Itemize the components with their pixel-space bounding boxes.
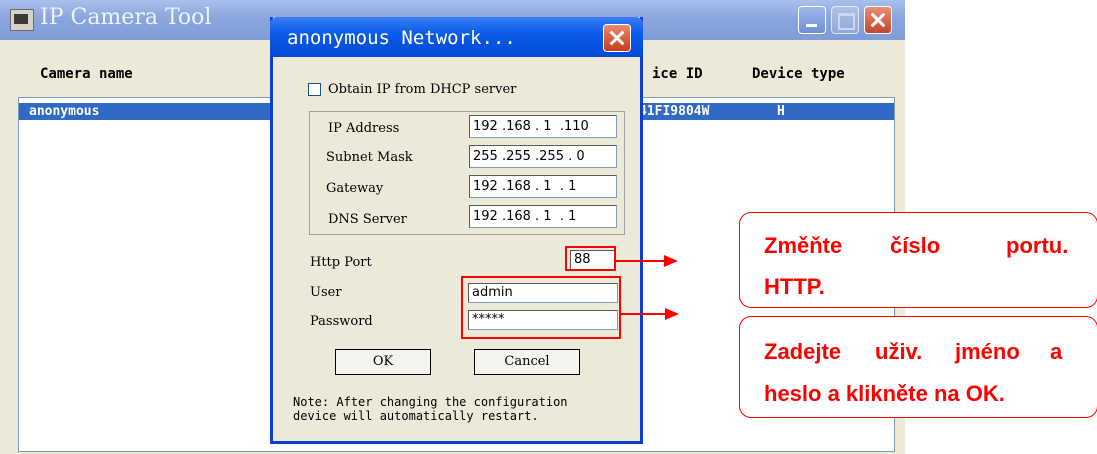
gateway-label: Gateway bbox=[326, 181, 384, 196]
main-close-button[interactable] bbox=[864, 6, 892, 34]
login-callout: Zadejte uživ. jméno a heslo a klikněte n… bbox=[739, 316, 1097, 418]
subnet-mask-field[interactable]: 255 .255 .255 . 0 bbox=[469, 145, 617, 168]
login-callout-word-2: uživ. bbox=[875, 339, 923, 364]
login-arrow-line bbox=[621, 313, 667, 315]
maximize-button[interactable] bbox=[831, 6, 859, 34]
row-device-type: H bbox=[777, 104, 785, 119]
dialog-close-button[interactable] bbox=[603, 24, 631, 52]
port-arrow-head bbox=[664, 255, 678, 267]
login-callout-line-2: heslo a klikněte na OK. bbox=[764, 381, 1005, 406]
dns-server-field[interactable]: 192 .168 . 1 . 1 bbox=[469, 205, 617, 228]
subnet-mask-label: Subnet Mask bbox=[326, 150, 413, 165]
http-port-label: Http Port bbox=[310, 255, 372, 270]
restart-note: Note: After changing the configuration d… bbox=[293, 395, 568, 423]
port-arrow-line bbox=[616, 260, 666, 262]
login-callout-word-4: a bbox=[1050, 339, 1063, 364]
port-callout-line-2: HTTP. bbox=[764, 274, 825, 299]
ip-address-label: IP Address bbox=[328, 121, 400, 136]
login-highlight bbox=[461, 276, 621, 339]
dialog-title: anonymous Network... bbox=[287, 27, 516, 49]
app-icon bbox=[10, 9, 34, 31]
password-label: Password bbox=[310, 314, 373, 329]
cancel-button[interactable]: Cancel bbox=[474, 349, 580, 375]
main-window-title: IP Camera Tool bbox=[40, 5, 212, 30]
row-camera-name: anonymous bbox=[29, 104, 100, 119]
dhcp-label: Obtain IP from DHCP server bbox=[328, 82, 517, 97]
login-arrow-head bbox=[665, 308, 679, 320]
port-callout-word-2: číslo bbox=[890, 233, 941, 258]
dialog-title-bar[interactable]: anonymous Network... bbox=[270, 17, 643, 57]
http-port-highlight bbox=[565, 246, 616, 271]
row-device-id: 41FI9804W bbox=[639, 104, 710, 119]
login-callout-word-3: jméno bbox=[955, 339, 1020, 364]
port-callout-word-1: Změňte bbox=[764, 233, 843, 258]
ok-button[interactable]: OK bbox=[335, 349, 431, 375]
gateway-field[interactable]: 192 .168 . 1 . 1 bbox=[469, 175, 617, 198]
network-dialog: anonymous Network... Obtain IP from DHCP… bbox=[270, 17, 643, 444]
dhcp-checkbox[interactable] bbox=[308, 83, 321, 96]
column-header-camera-name[interactable]: Camera name bbox=[40, 66, 133, 82]
minimize-button[interactable] bbox=[798, 6, 826, 34]
user-label: User bbox=[310, 285, 342, 300]
dns-server-label: DNS Server bbox=[328, 212, 407, 227]
column-header-device-id[interactable]: ice ID bbox=[652, 66, 703, 82]
ip-address-field[interactable]: 192 .168 . 1 .110 bbox=[469, 115, 617, 138]
port-callout: Změňte číslo portu. HTTP. bbox=[739, 212, 1097, 308]
port-callout-word-3: portu. bbox=[1006, 233, 1069, 258]
column-header-device-type[interactable]: Device type bbox=[752, 66, 845, 82]
login-callout-word-1: Zadejte bbox=[764, 339, 842, 364]
